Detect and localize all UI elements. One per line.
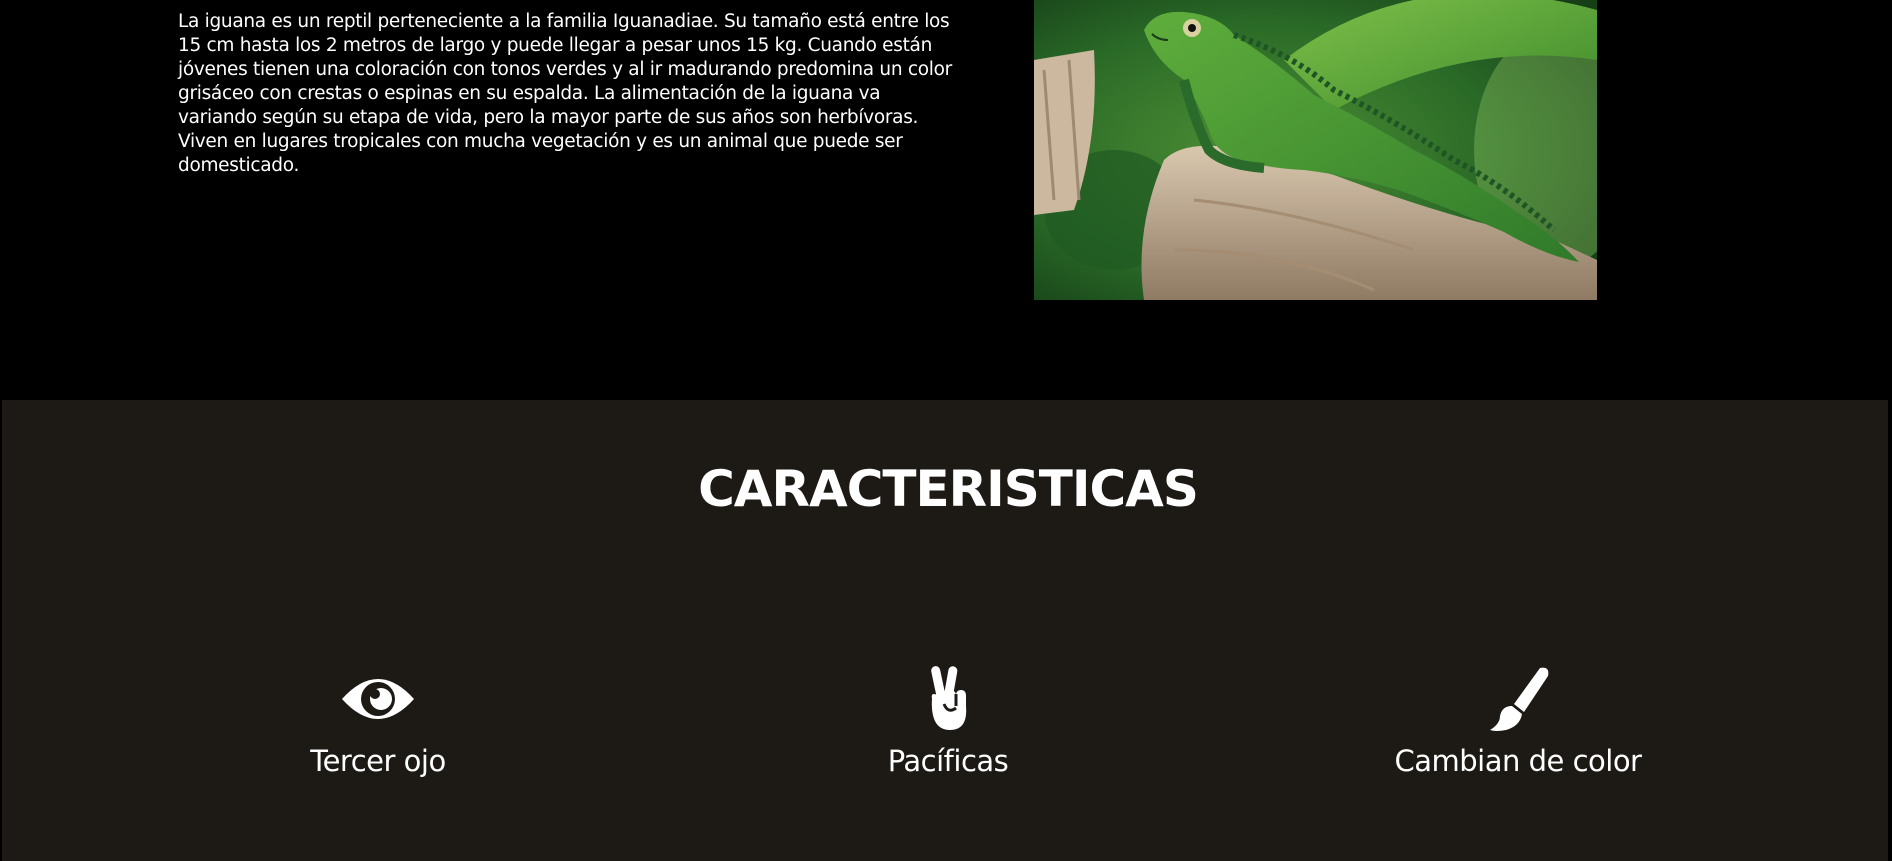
feature-pacificas: Pacíficas [748,664,1148,778]
eye-icon [338,664,418,734]
feature-label: Cambian de color [1394,744,1642,778]
feature-cambian-color: Cambian de color [1318,664,1718,778]
intro-paragraph: La iguana es un reptil perteneciente a l… [178,11,952,176]
features-title: CARACTERISTICAS [698,460,1199,518]
feature-tercer-ojo: Tercer ojo [178,664,578,778]
iguana-photo [1034,0,1597,300]
feature-label: Tercer ojo [310,744,446,778]
features-section: CARACTERISTICAS Tercer ojo Pacíficas Cam… [2,400,1888,861]
paintbrush-icon [1478,664,1558,734]
intro-section: La iguana es un reptil perteneciente a l… [0,0,1892,400]
feature-label: Pacíficas [887,744,1009,778]
peace-hand-icon [908,664,988,734]
